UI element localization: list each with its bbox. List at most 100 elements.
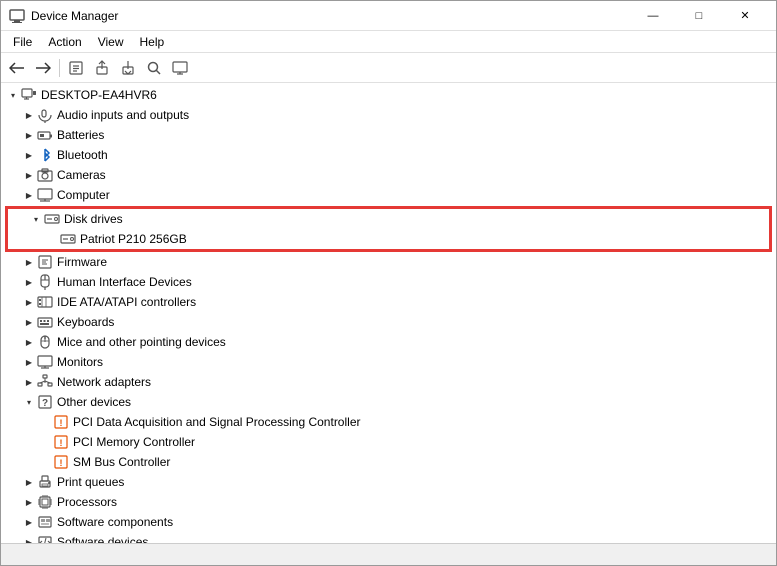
- uninstall-button[interactable]: [116, 56, 140, 80]
- battery-icon: [37, 127, 53, 143]
- list-item[interactable]: ▶ Keyboards: [1, 312, 776, 332]
- list-item[interactable]: ▶ Audio inputs and outputs: [1, 105, 776, 125]
- computer-expand[interactable]: ▶: [21, 187, 37, 203]
- svg-text:!: !: [60, 418, 63, 428]
- toolbar: [1, 53, 776, 83]
- toolbar-separator-1: [59, 59, 60, 77]
- app-icon: [9, 8, 25, 24]
- audio-label: Audio inputs and outputs: [57, 108, 189, 122]
- other-label: Other devices: [57, 395, 131, 409]
- tree-root[interactable]: ▾ DESKTOP-EA4HVR6: [1, 85, 776, 105]
- keyboards-expand[interactable]: ▶: [21, 314, 37, 330]
- list-item[interactable]: ▶ IDE ATA/ATAPI controllers: [1, 292, 776, 312]
- softwarecomp-icon: [37, 514, 53, 530]
- firmware-icon: [37, 254, 53, 270]
- list-item[interactable]: ▶ Bluetooth: [1, 145, 776, 165]
- monitor-button[interactable]: [168, 56, 192, 80]
- softwaredev-expand[interactable]: ▶: [21, 534, 37, 543]
- list-item[interactable]: ▶ Human Interface Devices: [1, 272, 776, 292]
- pci-data-icon: !: [53, 414, 69, 430]
- properties-button[interactable]: [64, 56, 88, 80]
- maximize-button[interactable]: □: [676, 1, 722, 31]
- network-expand[interactable]: ▶: [21, 374, 37, 390]
- svg-text:!: !: [60, 458, 63, 468]
- list-item[interactable]: ▶ Print queues: [1, 472, 776, 492]
- diskdrives-label: Disk drives: [64, 212, 123, 226]
- list-item[interactable]: ▶ Software devices: [1, 532, 776, 543]
- bluetooth-icon: [37, 147, 53, 163]
- menu-action[interactable]: Action: [40, 33, 89, 51]
- device-manager-window: Device Manager — □ ✕ File Action View He…: [0, 0, 777, 566]
- firmware-label: Firmware: [57, 255, 107, 269]
- batteries-expand[interactable]: ▶: [21, 127, 37, 143]
- print-label: Print queues: [57, 475, 124, 489]
- list-item[interactable]: ▶ Cameras: [1, 165, 776, 185]
- list-item[interactable]: ! PCI Data Acquisition and Signal Proces…: [1, 412, 776, 432]
- minimize-button[interactable]: —: [630, 1, 676, 31]
- audio-expand[interactable]: ▶: [21, 107, 37, 123]
- list-item[interactable]: ▾ Disk drives: [8, 209, 769, 229]
- scan-button[interactable]: [142, 56, 166, 80]
- mice-expand[interactable]: ▶: [21, 334, 37, 350]
- processors-icon: [37, 494, 53, 510]
- diskdrives-expand[interactable]: ▾: [28, 211, 44, 227]
- cameras-expand[interactable]: ▶: [21, 167, 37, 183]
- hid-expand[interactable]: ▶: [21, 274, 37, 290]
- patriot-icon: [60, 231, 76, 247]
- menu-file[interactable]: File: [5, 33, 40, 51]
- other-icon: ?: [37, 394, 53, 410]
- bluetooth-expand[interactable]: ▶: [21, 147, 37, 163]
- mice-icon: [37, 334, 53, 350]
- list-item[interactable]: ! PCI Memory Controller: [1, 432, 776, 452]
- root-expand[interactable]: ▾: [5, 87, 21, 103]
- svg-text:?: ?: [42, 398, 48, 409]
- computer-icon: [21, 87, 37, 103]
- firmware-expand[interactable]: ▶: [21, 254, 37, 270]
- softwarecomp-expand[interactable]: ▶: [21, 514, 37, 530]
- softwaredev-icon: [37, 534, 53, 543]
- update-driver-button[interactable]: [90, 56, 114, 80]
- pci-memory-label: PCI Memory Controller: [73, 435, 195, 449]
- device-tree[interactable]: ▾ DESKTOP-EA4HVR6 ▶: [1, 83, 776, 543]
- list-item[interactable]: ▶ Network adapters: [1, 372, 776, 392]
- keyboards-label: Keyboards: [57, 315, 114, 329]
- list-item[interactable]: ▶ Batteries: [1, 125, 776, 145]
- ide-icon: [37, 294, 53, 310]
- processors-expand[interactable]: ▶: [21, 494, 37, 510]
- network-icon: [37, 374, 53, 390]
- hid-icon: [37, 274, 53, 290]
- pci-data-label: PCI Data Acquisition and Signal Processi…: [73, 415, 360, 429]
- ide-expand[interactable]: ▶: [21, 294, 37, 310]
- forward-button[interactable]: [31, 56, 55, 80]
- print-expand[interactable]: ▶: [21, 474, 37, 490]
- list-item[interactable]: ▶ Software components: [1, 512, 776, 532]
- disk-drives-highlight-box: ▾ Disk drives: [5, 206, 772, 252]
- list-item[interactable]: ▶ Computer: [1, 185, 776, 205]
- monitors-icon: [37, 354, 53, 370]
- list-item[interactable]: ▶ Mice and other pointing devices: [1, 332, 776, 352]
- cameras-label: Cameras: [57, 168, 106, 182]
- close-button[interactable]: ✕: [722, 1, 768, 31]
- monitors-expand[interactable]: ▶: [21, 354, 37, 370]
- list-item[interactable]: ▶ Processors: [1, 492, 776, 512]
- root-label: DESKTOP-EA4HVR6: [41, 88, 157, 102]
- cameras-icon: [37, 167, 53, 183]
- back-button[interactable]: [5, 56, 29, 80]
- audio-icon: [37, 107, 53, 123]
- softwarecomp-label: Software components: [57, 515, 173, 529]
- list-item[interactable]: ▶ Firmware: [1, 252, 776, 272]
- menu-help[interactable]: Help: [132, 33, 173, 51]
- list-item[interactable]: Patriot P210 256GB: [8, 229, 769, 249]
- list-item[interactable]: ! SM Bus Controller: [1, 452, 776, 472]
- diskdrives-icon: [44, 211, 60, 227]
- processors-label: Processors: [57, 495, 117, 509]
- other-expand[interactable]: ▾: [21, 394, 37, 410]
- title-bar: Device Manager — □ ✕: [1, 1, 776, 31]
- menu-view[interactable]: View: [90, 33, 132, 51]
- ide-label: IDE ATA/ATAPI controllers: [57, 295, 196, 309]
- hid-label: Human Interface Devices: [57, 275, 192, 289]
- list-item[interactable]: ▾ ? Other devices: [1, 392, 776, 412]
- print-icon: [37, 474, 53, 490]
- list-item[interactable]: ▶ Monitors: [1, 352, 776, 372]
- computer-label: Computer: [57, 188, 110, 202]
